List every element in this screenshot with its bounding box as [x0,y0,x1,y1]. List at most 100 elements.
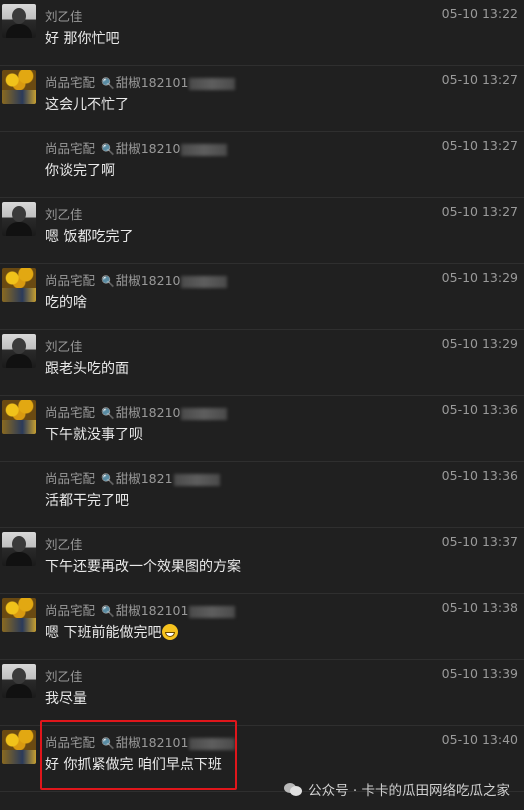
message-text: 跟老头吃的面 [45,358,129,378]
sender-label: 尚品宅配 [45,471,96,486]
sender-tag: 甜椒18210 [115,141,181,156]
message-row[interactable]: 刘乙佳 05-10 13:39 我尽量 [0,660,524,726]
magnifier-icon: 🔍 [101,407,115,420]
sender-label: 尚品宅配 [45,603,96,618]
sender-name[interactable]: 尚品宅配 🔍甜椒18210 [45,138,228,157]
message-text-content: 这会儿不忙了 [45,97,129,113]
message-row[interactable]: 尚品宅配 🔍甜椒18210 05-10 13:27 你谈完了啊 [0,132,524,198]
sender-name[interactable]: 刘乙佳 [45,6,83,25]
sender-label: 刘乙佳 [45,9,83,24]
message-row[interactable]: 尚品宅配 🔍甜椒182101 05-10 13:38 嗯 下班前能做完吧 [0,594,524,660]
sender-label: 刘乙佳 [45,207,83,222]
message-text-content: 活都干完了吧 [45,493,129,509]
avatar[interactable] [2,334,36,368]
sender-name[interactable]: 尚品宅配 🔍甜椒1821 [45,468,220,487]
message-time: 05-10 13:27 [441,138,518,153]
message-text: 下午就没事了呗 [45,424,143,444]
redaction-blur [181,143,228,156]
watermark: 公众号 · 卡卡的瓜田网络吃瓜之家 [284,778,510,800]
message-time: 05-10 13:36 [441,468,518,483]
message-text: 嗯 下班前能做完吧 [45,622,179,642]
redaction-blur [181,275,228,288]
redaction-blur [173,473,220,486]
magnifier-icon: 🔍 [101,473,115,486]
message-text: 这会儿不忙了 [45,94,129,114]
message-time: 05-10 13:27 [441,204,518,219]
avatar[interactable] [2,4,36,38]
sender-label: 刘乙佳 [45,537,83,552]
wechat-icon [284,780,303,798]
sender-tag: 甜椒18210 [115,273,181,288]
message-row[interactable]: 尚品宅配 🔍甜椒18210 05-10 13:29 吃的啥 [0,264,524,330]
message-row[interactable]: 刘乙佳 05-10 13:22 好 那你忙吧 [0,0,524,66]
message-text: 我尽量 [45,688,87,708]
message-text-content: 嗯 下班前能做完吧 [45,625,162,641]
message-time: 05-10 13:27 [441,72,518,87]
sender-name[interactable]: 刘乙佳 [45,534,83,553]
sender-name[interactable]: 尚品宅配 🔍甜椒182101 [45,72,236,91]
sender-name[interactable]: 刘乙佳 [45,336,83,355]
avatar[interactable] [2,70,36,104]
message-text-content: 好 那你忙吧 [45,31,120,47]
avatar[interactable] [2,730,36,764]
message-text: 下午还要再改一个效果图的方案 [45,556,241,576]
sender-name[interactable]: 尚品宅配 🔍甜椒182101 [45,600,236,619]
sender-tag: 甜椒182101 [115,75,189,90]
highlight-box [40,720,237,790]
avatar[interactable] [2,268,36,302]
sender-label: 尚品宅配 [45,141,96,156]
message-row[interactable]: 刘乙佳 05-10 13:37 下午还要再改一个效果图的方案 [0,528,524,594]
sender-tag: 甜椒182101 [115,603,189,618]
message-text: 好 那你忙吧 [45,28,119,48]
magnifier-icon: 🔍 [101,77,115,90]
message-text-content: 下午还要再改一个效果图的方案 [45,559,241,575]
message-time: 05-10 13:22 [441,6,518,21]
magnifier-icon: 🔍 [101,275,115,288]
sender-tag: 甜椒1821 [115,471,173,486]
message-text-content: 你谈完了啊 [45,163,115,179]
message-row[interactable]: 尚品宅配 🔍甜椒1821 05-10 13:36 活都干完了吧 [0,462,524,528]
message-row[interactable]: 尚品宅配 🔍甜椒182101 05-10 13:27 这会儿不忙了 [0,66,524,132]
message-text: 嗯 饭都吃完了 [45,226,133,246]
sender-label: 尚品宅配 [45,273,96,288]
message-text: 活都干完了吧 [45,490,129,510]
grin-emoji [162,624,179,640]
avatar[interactable] [2,202,36,236]
message-text: 你谈完了啊 [45,160,115,180]
message-time: 05-10 13:39 [441,666,518,681]
message-text-content: 吃的啥 [45,295,87,311]
redaction-blur [189,77,236,90]
redaction-blur [189,605,236,618]
message-time: 05-10 13:37 [441,534,518,549]
message-time: 05-10 13:29 [441,270,518,285]
sender-name[interactable]: 刘乙佳 [45,204,83,223]
sender-label: 刘乙佳 [45,669,83,684]
message-time: 05-10 13:40 [441,732,518,747]
avatar[interactable] [2,664,36,698]
magnifier-icon: 🔍 [101,143,115,156]
message-text-content: 下午就没事了呗 [45,427,143,443]
sender-label: 尚品宅配 [45,75,96,90]
message-time: 05-10 13:29 [441,336,518,351]
avatar[interactable] [2,400,36,434]
message-text-content: 嗯 饭都吃完了 [45,229,134,245]
avatar[interactable] [2,532,36,566]
avatar[interactable] [2,598,36,632]
message-text-content: 我尽量 [45,691,87,707]
sender-label: 刘乙佳 [45,339,83,354]
message-text: 吃的啥 [45,292,87,312]
message-text-content: 跟老头吃的面 [45,361,129,377]
sender-name[interactable]: 尚品宅配 🔍甜椒18210 [45,270,228,289]
sender-tag: 甜椒18210 [115,405,181,420]
sender-name[interactable]: 刘乙佳 [45,666,83,685]
redaction-blur [181,407,228,420]
sender-name[interactable]: 尚品宅配 🔍甜椒18210 [45,402,228,421]
sender-label: 尚品宅配 [45,405,96,420]
message-row[interactable]: 刘乙佳 05-10 13:27 嗯 饭都吃完了 [0,198,524,264]
message-row[interactable]: 尚品宅配 🔍甜椒18210 05-10 13:36 下午就没事了呗 [0,396,524,462]
message-row[interactable]: 刘乙佳 05-10 13:29 跟老头吃的面 [0,330,524,396]
magnifier-icon: 🔍 [101,605,115,618]
message-time: 05-10 13:36 [441,402,518,417]
watermark-text: 公众号 · 卡卡的瓜田网络吃瓜之家 [308,783,510,799]
message-time: 05-10 13:38 [441,600,518,615]
